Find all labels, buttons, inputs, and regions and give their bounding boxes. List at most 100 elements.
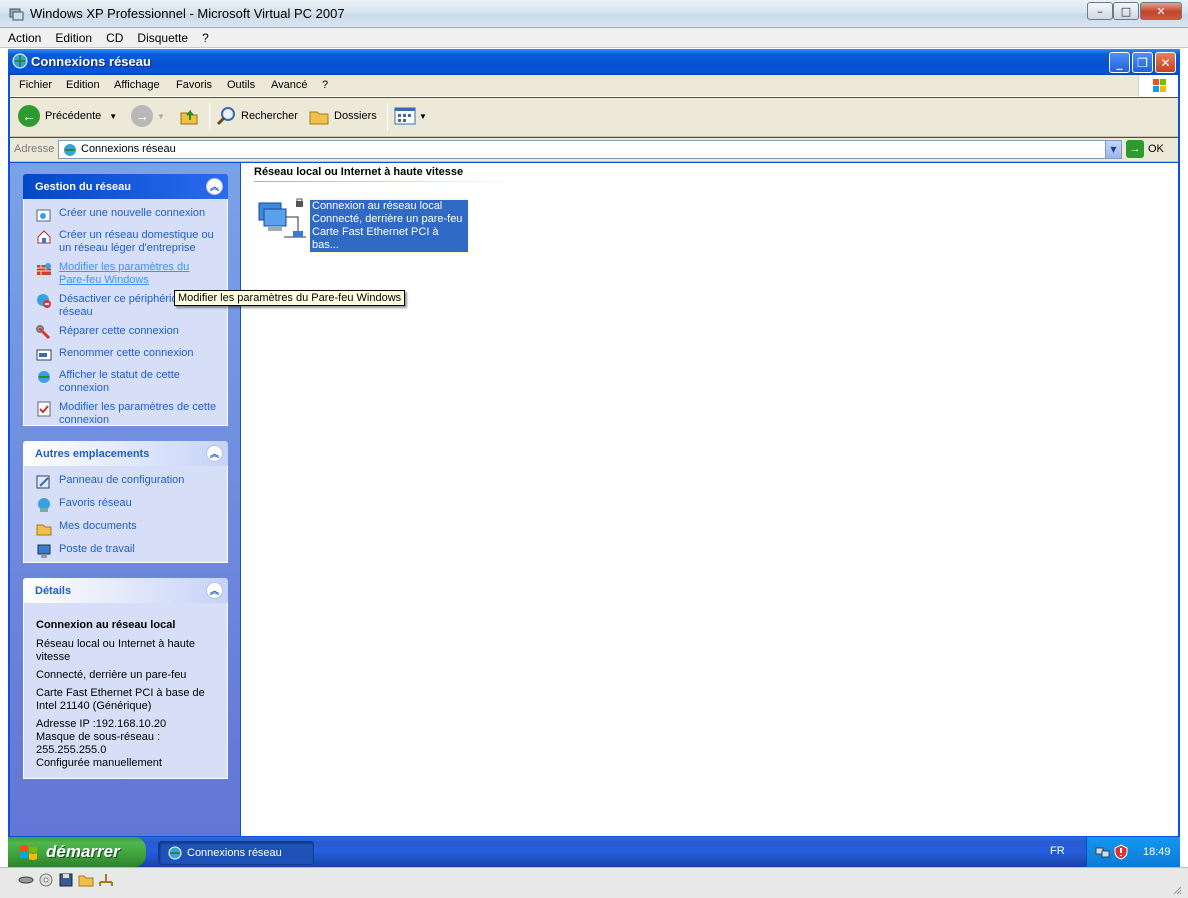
network-tasks-header[interactable]: Gestion du réseau ︽ xyxy=(23,174,228,199)
host-statusbar xyxy=(0,867,1188,898)
settings-icon xyxy=(37,401,51,417)
views-button[interactable]: ▼ xyxy=(394,105,427,127)
start-button[interactable]: démarrer xyxy=(8,837,146,867)
connection-device: Carte Fast Ethernet PCI à bas... xyxy=(312,226,439,251)
close-button[interactable]: ✕ xyxy=(1155,52,1176,73)
restore-button[interactable]: ❐ xyxy=(1132,52,1153,73)
back-label: Précédente xyxy=(45,110,102,122)
details-status: Connecté, derrière un pare-feu xyxy=(36,669,187,681)
task-label: Modifier les paramètres de cette connexi… xyxy=(59,401,217,426)
collapse-chevron-icon[interactable]: ︽ xyxy=(206,582,223,599)
go-button[interactable]: → OK xyxy=(1126,140,1164,158)
place-network-places[interactable]: Favoris réseau xyxy=(36,497,217,513)
place-control-panel[interactable]: Panneau de configuration xyxy=(36,474,217,490)
back-dropdown-icon[interactable]: ▼ xyxy=(109,112,117,121)
task-firewall-settings[interactable]: Modifier les paramètres du Pare-feu Wind… xyxy=(36,261,217,287)
language-indicator[interactable]: FR xyxy=(1050,845,1065,857)
minimize-button[interactable]: _ xyxy=(1109,52,1130,73)
cd-icon[interactable] xyxy=(38,873,54,887)
menu-edition[interactable]: Edition xyxy=(66,79,100,91)
address-value: Connexions réseau xyxy=(81,143,176,155)
task-label: Modifier les paramètres du Pare-feu Wind… xyxy=(59,261,190,286)
host-menu-cd[interactable]: CD xyxy=(98,28,129,45)
search-button[interactable]: Rechercher xyxy=(216,105,298,127)
details-header[interactable]: Détails ︽ xyxy=(23,578,228,603)
place-label: Favoris réseau xyxy=(59,497,132,509)
task-label: Réparer cette connexion xyxy=(59,325,179,337)
window-title: Connexions réseau xyxy=(31,54,151,69)
collapse-chevron-icon[interactable]: ︽ xyxy=(206,445,223,462)
security-alert-icon[interactable] xyxy=(1113,844,1129,860)
task-view-status[interactable]: Afficher le statut de cette connexion xyxy=(36,369,217,395)
content-area: Réseau local ou Internet à haute vitesse… xyxy=(241,163,1178,836)
address-bar: Adresse Connexions réseau ▼ → OK xyxy=(10,138,1178,162)
address-label: Adresse xyxy=(14,143,55,155)
back-button[interactable]: ← Précédente ▼ xyxy=(18,105,117,127)
task-new-connection[interactable]: Créer une nouvelle connexion xyxy=(36,207,217,223)
host-menu-edition[interactable]: Edition xyxy=(47,28,98,45)
shared-folder-icon[interactable] xyxy=(78,873,94,887)
connection-name: Connexion au réseau local xyxy=(312,200,443,212)
task-label: Afficher le statut de cette connexion xyxy=(59,369,180,394)
host-minimize-button[interactable]: – xyxy=(1087,2,1113,20)
hard-disk-icon[interactable] xyxy=(18,873,34,887)
details-title: Détails xyxy=(35,585,72,597)
menubar: Fichier Edition Affichage Favoris Outils… xyxy=(10,75,1178,97)
other-places-header[interactable]: Autres emplacements ︽ xyxy=(23,441,228,466)
network-connections-icon xyxy=(168,846,182,860)
connection-item[interactable]: Connexion au réseau local Connecté, derr… xyxy=(256,197,476,253)
forward-button[interactable]: → ▼ xyxy=(131,105,165,127)
other-places-title: Autres emplacements xyxy=(35,448,150,460)
menu-avance[interactable]: Avancé xyxy=(271,79,308,91)
place-my-documents[interactable]: Mes documents xyxy=(36,520,217,536)
tooltip: Modifier les paramètres du Pare-feu Wind… xyxy=(174,290,406,306)
control-panel-icon xyxy=(36,475,50,489)
other-places-panel: Autres emplacements ︽ Panneau de configu… xyxy=(23,441,228,563)
menu-outils[interactable]: Outils xyxy=(227,79,255,91)
menu-affichage[interactable]: Affichage xyxy=(114,79,160,91)
resize-grip-icon[interactable] xyxy=(1172,885,1182,895)
disable-device-icon xyxy=(37,294,51,308)
floppy-icon[interactable] xyxy=(58,873,74,887)
up-folder-button[interactable] xyxy=(178,105,200,127)
taskbar-item-connexions-reseau[interactable]: Connexions réseau xyxy=(158,841,314,865)
host-menu-disquette[interactable]: Disquette xyxy=(129,28,194,45)
xp-titlebar: Connexions réseau _ ❐ ✕ xyxy=(8,49,1180,75)
network-adapter-icon[interactable] xyxy=(98,873,114,887)
home-network-icon xyxy=(37,230,51,244)
group-divider xyxy=(254,181,516,182)
task-pane: Gestion du réseau ︽ Créer une nouvelle c… xyxy=(10,163,240,836)
details-connection-name: Connexion au réseau local xyxy=(36,619,176,631)
host-close-button[interactable]: ✕ xyxy=(1140,2,1182,20)
task-rename[interactable]: Renommer cette connexion xyxy=(36,347,217,363)
folders-button[interactable]: Dossiers xyxy=(308,105,377,127)
clock: 18:49 xyxy=(1143,846,1171,858)
network-tray-icon[interactable] xyxy=(1095,844,1111,860)
my-documents-icon xyxy=(36,524,52,536)
views-dropdown-icon: ▼ xyxy=(419,111,427,121)
new-connection-icon xyxy=(36,209,51,222)
virtual-pc-icon xyxy=(9,8,24,21)
host-menubar: Action Edition CD Disquette? xyxy=(0,28,1188,48)
host-menu-help[interactable]: ? xyxy=(194,28,215,45)
connection-status: Connecté, derrière un pare-feu xyxy=(312,213,463,225)
address-field[interactable]: Connexions réseau ▼ xyxy=(58,140,1122,159)
place-label: Mes documents xyxy=(59,520,137,532)
host-maximize-button[interactable]: □ xyxy=(1113,2,1139,20)
menu-fichier[interactable]: Fichier xyxy=(19,79,52,91)
task-repair[interactable]: Réparer cette connexion xyxy=(36,325,217,341)
task-change-settings[interactable]: Modifier les paramètres de cette connexi… xyxy=(36,401,217,427)
toolbar-separator xyxy=(387,103,388,131)
go-arrow-icon: → xyxy=(1126,140,1144,158)
menu-favoris[interactable]: Favoris xyxy=(176,79,212,91)
forward-arrow-icon: → xyxy=(131,105,153,127)
menu-help[interactable]: ? xyxy=(322,79,328,91)
collapse-chevron-icon[interactable]: ︽ xyxy=(206,178,223,195)
task-home-network[interactable]: Créer un réseau domestique ou un réseau … xyxy=(36,229,217,255)
host-menu-action[interactable]: Action xyxy=(0,28,47,45)
place-my-computer[interactable]: Poste de travail xyxy=(36,543,217,559)
address-dropdown-icon[interactable]: ▼ xyxy=(1105,141,1121,158)
details-device: Carte Fast Ethernet PCI à base de Intel … xyxy=(36,687,205,712)
search-icon xyxy=(216,107,235,126)
details-type: Réseau local ou Internet à haute vitesse xyxy=(36,638,196,663)
